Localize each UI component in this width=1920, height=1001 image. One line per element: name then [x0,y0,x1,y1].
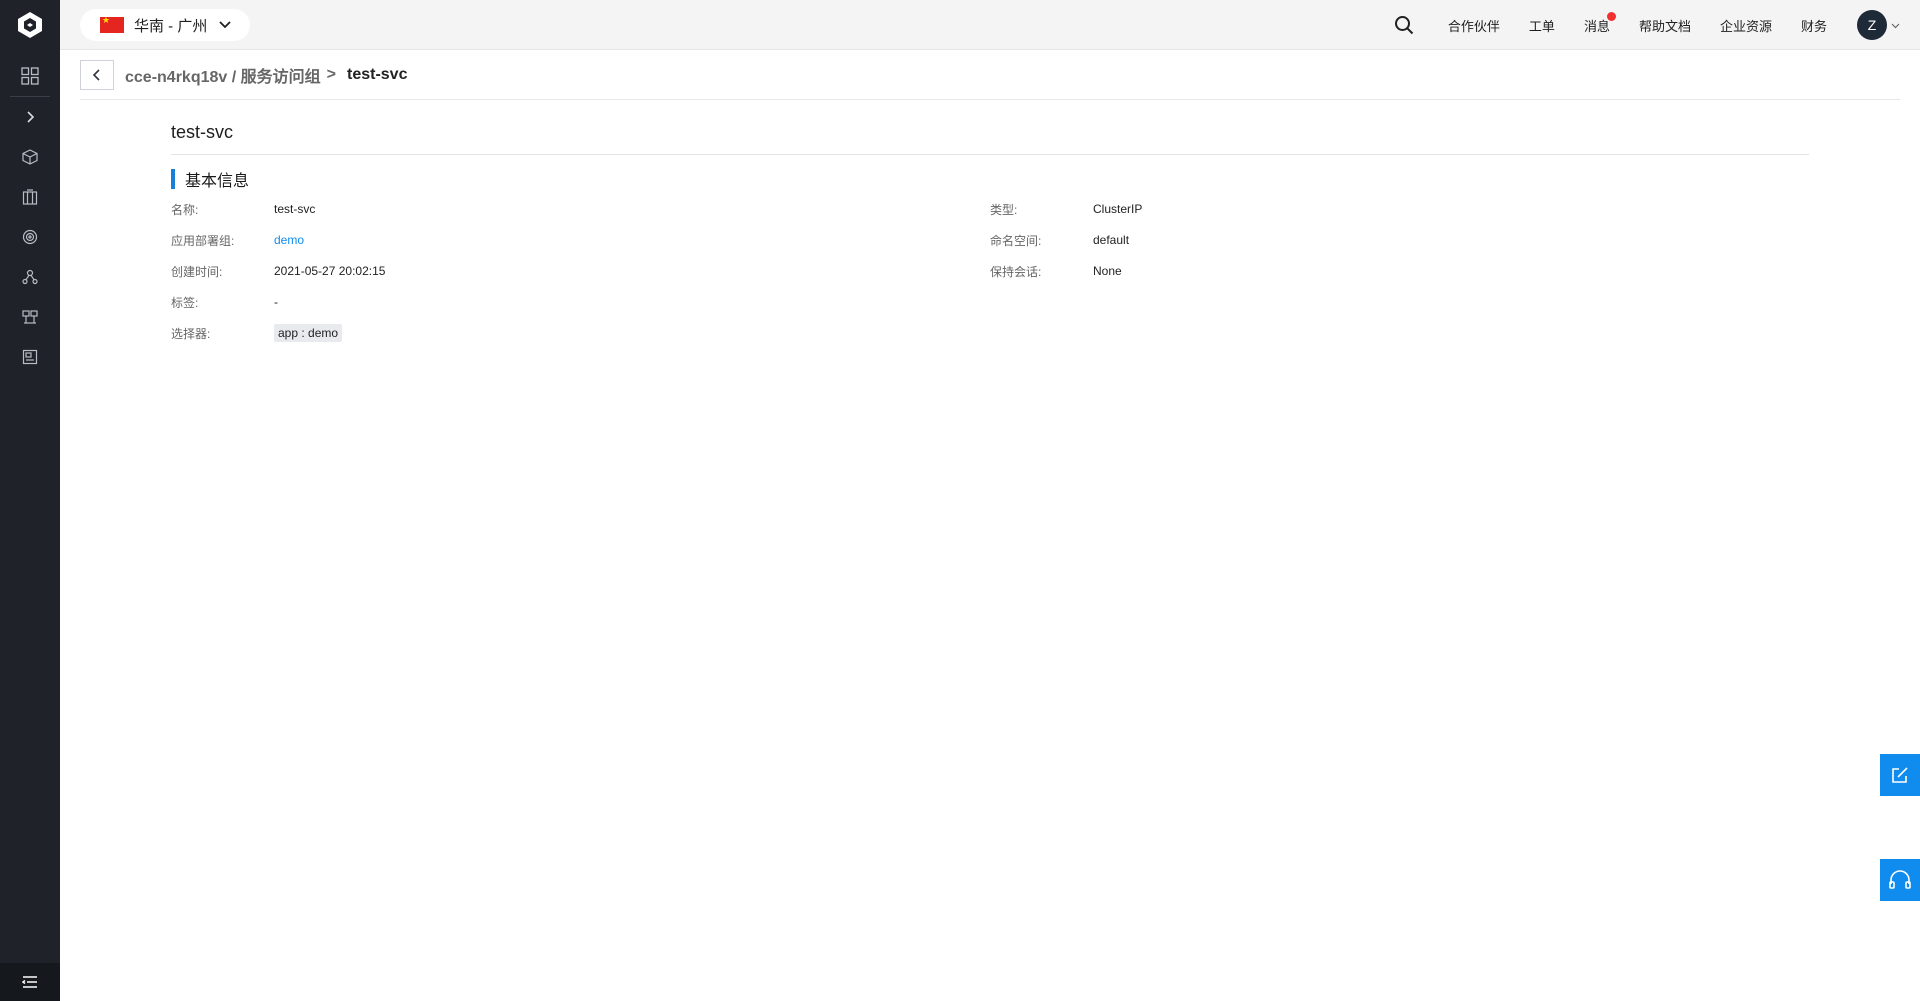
info-key: 名称: [171,202,199,217]
section-accent-bar [171,169,175,189]
info-key: 创建时间: [171,264,223,279]
nav-enterprise-resources[interactable]: 企业资源 [1720,16,1772,35]
info-key: 选择器: [171,326,211,341]
info-value: test-svc [274,202,316,216]
region-selector[interactable]: 华南 - 广州 [80,9,250,41]
target-icon[interactable] [0,217,60,257]
nav-finance[interactable]: 财务 [1801,16,1827,35]
info-row-name: 名称: test-svc [171,199,315,219]
back-button[interactable] [80,59,114,90]
info-value: ClusterIP [1093,202,1143,216]
menu-collapse-icon[interactable] [0,963,60,1001]
info-value: 2021-05-27 20:02:15 [274,264,386,278]
info-value: None [1093,264,1122,278]
cloud-logo-icon[interactable] [0,0,60,50]
info-row-created-time: 创建时间: 2021-05-27 20:02:15 [171,261,385,281]
chevron-down-icon [1891,16,1900,34]
nav-messages-label: 消息 [1583,18,1610,34]
top-bar: 华南 - 广州 合作伙伴 工单 消息 帮助文档 企业资源 财务 Z [60,0,1920,50]
search-icon[interactable] [1394,15,1414,35]
section-title: 基本信息 [185,173,250,190]
chevron-down-icon [219,16,231,34]
expand-chevron-icon[interactable] [0,97,60,137]
selector-tag: app : demo [274,324,343,342]
nav-partners[interactable]: 合作伙伴 [1448,16,1500,35]
avatar: Z [1857,10,1887,40]
info-row-deployment-group: 应用部署组: demo [171,230,304,250]
info-key: 类型: [990,202,1018,217]
basic-info-grid: 名称: test-svc 应用部署组: demo 创建时间: 2021-05-2… [171,199,1809,369]
breadcrumb-separator: > [326,65,336,83]
notification-dot [1606,11,1616,21]
nodes-icon[interactable] [0,257,60,297]
info-key: 命名空间: [990,233,1042,248]
breadcrumb: cce-n4rkq18v / 服务访问组 > test-svc [80,50,1900,100]
headset-support-icon[interactable] [1880,859,1920,901]
nav-help-docs[interactable]: 帮助文档 [1639,16,1691,35]
top-nav: 合作伙伴 工单 消息 帮助文档 企业资源 财务 Z [1394,0,1920,50]
page-title: test-svc [171,100,1809,155]
storage-icon[interactable] [0,337,60,377]
nav-tickets[interactable]: 工单 [1529,16,1555,35]
left-sidebar [0,0,60,1001]
info-key: 标签: [171,295,199,310]
info-value: default [1093,233,1130,247]
info-row-session-affinity: 保持会话: None [990,261,1122,281]
dashboard-grid-icon[interactable] [0,56,60,96]
info-row-selector: 选择器: app : demo [171,323,343,343]
info-row-namespace: 命名空间: default [990,230,1129,250]
nav-messages[interactable]: 消息 [1583,11,1616,35]
edit-feedback-icon[interactable] [1880,754,1920,796]
deployment-group-link[interactable]: demo [274,233,304,247]
breadcrumb-parent-link[interactable]: cce-n4rkq18v / 服务访问组 [125,63,321,87]
user-menu[interactable]: Z [1857,10,1900,40]
network-icon[interactable] [0,297,60,337]
main-content: test-svc 基本信息 名称: test-svc 应用部署组: demo 创… [171,100,1809,369]
building-icon[interactable] [0,177,60,217]
region-label: 华南 - 广州 [134,17,208,35]
info-key: 应用部署组: [171,233,235,248]
info-row-labels: 标签: - [171,292,278,312]
info-key: 保持会话: [990,264,1042,279]
info-row-type: 类型: ClusterIP [990,199,1142,219]
info-value: - [274,295,278,309]
section-header: 基本信息 [171,169,1809,190]
cube-icon[interactable] [0,137,60,177]
china-flag-icon [100,15,124,33]
breadcrumb-current: test-svc [346,65,408,83]
